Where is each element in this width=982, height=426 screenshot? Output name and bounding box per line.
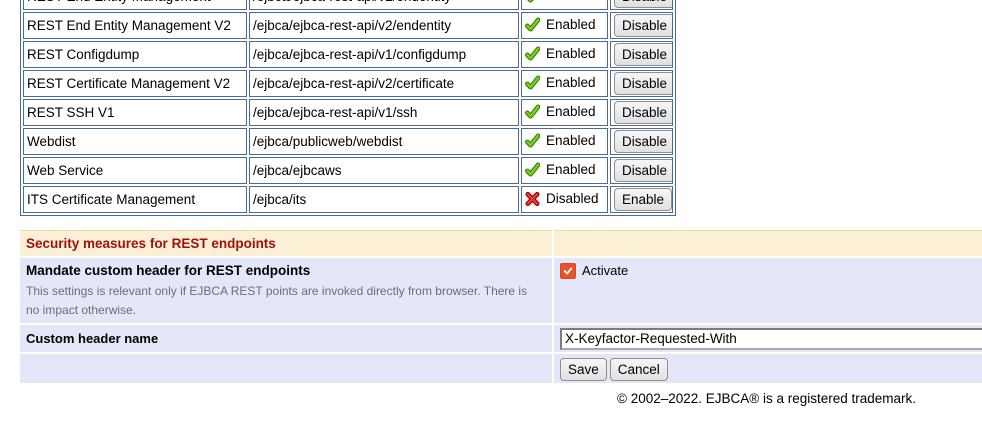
buttons-row: Save Cancel: [554, 354, 982, 383]
checkmark-icon: [563, 266, 573, 276]
endpoint-path: /ejbca/publicweb/webdist: [249, 128, 519, 155]
mandate-header-cell: Mandate custom header for REST endpoints…: [20, 258, 552, 323]
endpoint-action-cell: Enable: [610, 186, 673, 213]
custom-header-input[interactable]: [560, 328, 982, 350]
endpoint-status-cell: Enabled: [521, 12, 608, 39]
endpoint-action-cell: Disable: [610, 41, 673, 68]
endpoint-name: Web Service: [23, 157, 247, 184]
table-row: REST Configdump /ejbca/ejbca-rest-api/v1…: [23, 41, 673, 68]
toggle-button[interactable]: Disable: [614, 43, 673, 66]
table-row: REST End Entity Management V2 /ejbca/ejb…: [23, 12, 673, 39]
ejbca-protocol-configuration-page: REST End Entity Management /ejbca/ejbca-…: [0, 0, 982, 426]
endpoint-table: REST End Entity Management /ejbca/ejbca-…: [20, 0, 676, 216]
endpoint-name: REST SSH V1: [23, 99, 247, 126]
endpoint-action-cell: Disable: [610, 0, 673, 10]
endpoint-name: REST End Entity Management: [23, 0, 247, 10]
table-row: REST SSH V1 /ejbca/ejbca-rest-api/v1/ssh: [23, 99, 673, 126]
table-row: REST Certificate Management V2 /ejbca/ej…: [23, 70, 673, 97]
table-row: Webdist /ejbca/publicweb/webdist: [23, 128, 673, 155]
toggle-button[interactable]: Disable: [614, 130, 673, 153]
endpoint-action-cell: Disable: [610, 128, 673, 155]
security-section: Security measures for REST endpoints Man…: [20, 230, 982, 383]
x-icon: [525, 191, 540, 206]
mandate-header-description: This settings is relevant only if EJBCA …: [26, 282, 542, 320]
endpoint-action-cell: Disable: [610, 12, 673, 39]
endpoint-path: /ejbca/ejbca-rest-api/v2/endentity: [249, 12, 519, 39]
status-label: Enabled: [546, 104, 596, 119]
endpoint-path: /ejbca/ejbca-rest-api/v1/endentity: [249, 0, 519, 10]
security-section-title: Security measures for REST endpoints: [26, 236, 276, 251]
endpoint-status-cell: Enabled: [521, 41, 608, 68]
buttons-row-left: [20, 354, 552, 383]
check-icon: [525, 0, 540, 3]
endpoint-status-cell: Enabled: [521, 70, 608, 97]
toggle-button[interactable]: Enable: [614, 188, 672, 211]
custom-header-name-label: Custom header name: [26, 331, 158, 346]
endpoint-name: Webdist: [23, 128, 247, 155]
endpoint-status-cell: Disabled: [521, 186, 608, 213]
status-label: Disabled: [546, 191, 599, 206]
toggle-button[interactable]: Disable: [614, 0, 673, 8]
copyright-text: © 2002–2022. EJBCA® is a registered trad…: [617, 391, 982, 406]
endpoint-table-body: REST End Entity Management /ejbca/ejbca-…: [23, 0, 673, 213]
custom-header-input-cell: [554, 325, 982, 352]
save-button[interactable]: Save: [560, 358, 607, 381]
check-icon: [525, 46, 540, 61]
endpoint-path: /ejbca/ejbcaws: [249, 157, 519, 184]
mandate-header-label: Mandate custom header for REST endpoints: [26, 263, 546, 278]
status-label: Enabled: [546, 46, 596, 61]
table-row: Web Service /ejbca/ejbcaws: [23, 157, 673, 184]
check-icon: [525, 162, 540, 177]
endpoint-action-cell: Disable: [610, 99, 673, 126]
check-icon: [525, 133, 540, 148]
toggle-button[interactable]: Disable: [614, 159, 673, 182]
endpoint-name: REST End Entity Management V2: [23, 12, 247, 39]
status-label: Enabled: [546, 0, 596, 3]
endpoint-name: REST Configdump: [23, 41, 247, 68]
activate-checkbox[interactable]: [560, 263, 576, 279]
status-label: Enabled: [546, 75, 596, 90]
check-icon: [525, 17, 540, 32]
security-section-header-right: [554, 230, 982, 256]
endpoint-status-cell: Enabled: [521, 0, 608, 10]
endpoint-name: REST Certificate Management V2: [23, 70, 247, 97]
toggle-button[interactable]: Disable: [614, 72, 673, 95]
table-row: ITS Certificate Management /ejbca/its: [23, 186, 673, 213]
status-label: Enabled: [546, 17, 596, 32]
cancel-button[interactable]: Cancel: [610, 358, 668, 381]
endpoint-status-cell: Enabled: [521, 128, 608, 155]
endpoint-action-cell: Disable: [610, 157, 673, 184]
endpoint-path: /ejbca/its: [249, 186, 519, 213]
status-label: Enabled: [546, 162, 596, 177]
endpoint-action-cell: Disable: [610, 70, 673, 97]
status-label: Enabled: [546, 133, 596, 148]
toggle-button[interactable]: Disable: [614, 14, 673, 37]
endpoint-status-cell: Enabled: [521, 99, 608, 126]
check-icon: [525, 104, 540, 119]
endpoint-path: /ejbca/ejbca-rest-api/v1/configdump: [249, 41, 519, 68]
endpoint-path: /ejbca/ejbca-rest-api/v2/certificate: [249, 70, 519, 97]
toggle-button[interactable]: Disable: [614, 101, 673, 124]
security-section-header: Security measures for REST endpoints: [20, 230, 552, 256]
check-icon: [525, 75, 540, 90]
activate-cell: Activate: [554, 258, 982, 323]
endpoint-name: ITS Certificate Management: [23, 186, 247, 213]
endpoint-status-cell: Enabled: [521, 157, 608, 184]
endpoint-path: /ejbca/ejbca-rest-api/v1/ssh: [249, 99, 519, 126]
table-row: REST End Entity Management /ejbca/ejbca-…: [23, 0, 673, 10]
activate-label: Activate: [582, 263, 628, 278]
custom-header-name-cell: Custom header name: [20, 325, 552, 352]
